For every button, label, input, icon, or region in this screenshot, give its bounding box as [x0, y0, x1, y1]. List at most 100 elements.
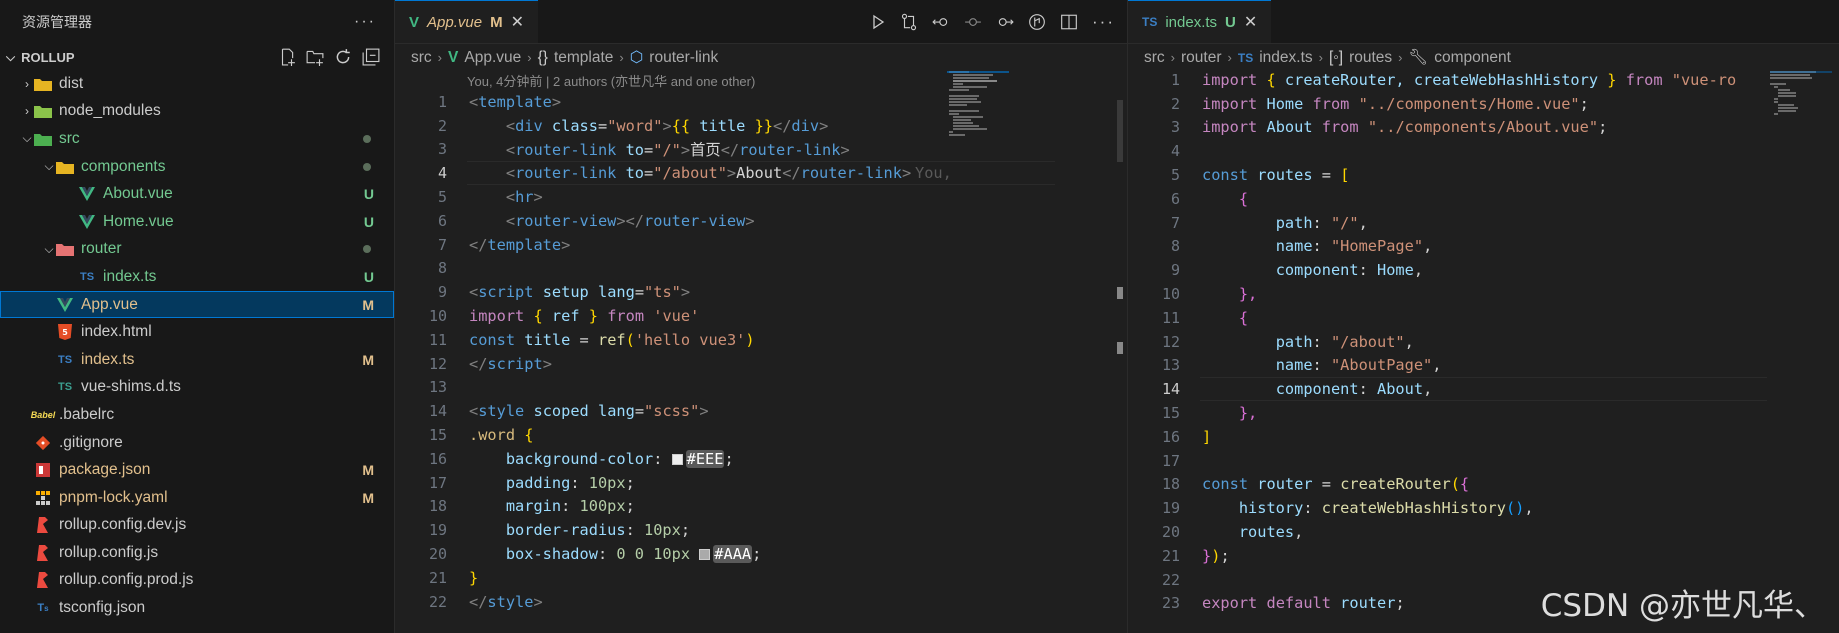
- code-line[interactable]: 8 name: "HomePage",: [1128, 235, 1839, 259]
- code-line[interactable]: 21}: [395, 566, 1127, 590]
- tree-file[interactable]: TS index.ts U: [0, 263, 394, 291]
- code-line[interactable]: 10 import { ref } from 'vue': [395, 304, 1127, 328]
- code-editor[interactable]: 1 import { createRouter, createWebHashHis…: [1128, 68, 1839, 615]
- tree-file[interactable]: Ts tsconfig.json: [0, 594, 394, 622]
- code-line[interactable]: 9 component: Home,: [1128, 258, 1839, 282]
- new-folder-icon[interactable]: [306, 48, 324, 66]
- breadcrumb-item[interactable]: src: [411, 49, 432, 67]
- code-line[interactable]: 15 .word {: [395, 423, 1127, 447]
- code-line[interactable]: 16 background-color: #EEE;: [395, 447, 1127, 471]
- new-file-icon[interactable]: [278, 48, 296, 66]
- tree-file[interactable]: TS vue-shims.d.ts: [0, 374, 394, 402]
- code-line[interactable]: 3 import About from "../components/About.…: [1128, 116, 1839, 140]
- compare-changes-icon[interactable]: [900, 13, 918, 31]
- code-line[interactable]: 2 <div class="word">{{ title }}</div>: [395, 114, 1127, 138]
- code-line[interactable]: 15 },: [1128, 401, 1839, 425]
- workspace-section-header[interactable]: ⌵ ROLLUP: [0, 44, 394, 70]
- tree-folder[interactable]: ⌵ router: [0, 236, 394, 264]
- refresh-icon[interactable]: [334, 48, 352, 66]
- tree-file[interactable]: pnpm-lock.yaml M: [0, 484, 394, 512]
- color-swatch[interactable]: [671, 453, 683, 465]
- tree-file[interactable]: Home.vue U: [0, 208, 394, 236]
- close-icon[interactable]: ✕: [1244, 12, 1257, 32]
- minimap[interactable]: [1770, 71, 1832, 151]
- collapse-all-icon[interactable]: [362, 48, 380, 66]
- tree-file[interactable]: About.vue U: [0, 180, 394, 208]
- tree-folder[interactable]: ⌵ src: [0, 125, 394, 153]
- code-line[interactable]: 6 {: [1128, 187, 1839, 211]
- code-line[interactable]: 7 </template>: [395, 233, 1127, 257]
- code-line[interactable]: 18 const router = createRouter({: [1128, 473, 1839, 497]
- code-line[interactable]: 13: [395, 376, 1127, 400]
- split-editor-icon[interactable]: [1060, 13, 1078, 31]
- code-line[interactable]: 12 path: "/about",: [1128, 330, 1839, 354]
- code-line[interactable]: 11 const title = ref('hello vue3'): [395, 328, 1127, 352]
- code-line[interactable]: 22 </style>: [395, 590, 1127, 614]
- code-line[interactable]: 11 {: [1128, 306, 1839, 330]
- go-forward-icon[interactable]: [996, 13, 1014, 31]
- git-commit-icon[interactable]: [964, 13, 982, 31]
- color-swatch[interactable]: [699, 549, 711, 561]
- more-actions-icon[interactable]: ···: [354, 13, 376, 31]
- code-line[interactable]: 21});: [1128, 544, 1839, 568]
- tree-file[interactable]: rollup.config.prod.js: [0, 567, 394, 595]
- code-line[interactable]: 17 padding: 10px;: [395, 471, 1127, 495]
- tree-file[interactable]: .gitignore: [0, 429, 394, 457]
- breadcrumb-item[interactable]: index.ts: [1259, 49, 1312, 67]
- code-line[interactable]: 13 name: "AboutPage",: [1128, 354, 1839, 378]
- code-line[interactable]: 14 <style scoped lang="scss">: [395, 399, 1127, 423]
- breadcrumb-item[interactable]: src: [1144, 49, 1165, 67]
- code-line[interactable]: 16]: [1128, 425, 1839, 449]
- code-line[interactable]: 8: [395, 257, 1127, 281]
- run-icon[interactable]: [870, 14, 886, 30]
- code-line[interactable]: 7 path: "/",: [1128, 211, 1839, 235]
- breadcrumb-item[interactable]: router-link: [649, 49, 718, 67]
- code-line[interactable]: 12 </script>: [395, 352, 1127, 376]
- git-codelens[interactable]: You, 4分钟前 | 2 authors (亦世凡华 and one othe…: [395, 71, 1127, 90]
- code-line[interactable]: 20 routes,: [1128, 520, 1839, 544]
- breadcrumb-item[interactable]: template: [554, 49, 613, 67]
- tab-app-vue[interactable]: V App.vue M ✕: [395, 0, 538, 43]
- tree-item-label: About.vue: [103, 185, 173, 203]
- go-back-icon[interactable]: [932, 13, 950, 31]
- tree-folder[interactable]: › dist: [0, 70, 394, 98]
- more-actions-icon[interactable]: ···: [1092, 12, 1115, 32]
- code-line[interactable]: 19 border-radius: 10px;: [395, 518, 1127, 542]
- minimap[interactable]: [947, 71, 1009, 151]
- code-line[interactable]: 3 <router-link to="/">首页</router-link>: [395, 138, 1127, 162]
- breadcrumb-item[interactable]: router: [1181, 49, 1222, 67]
- tree-file[interactable]: 5 index.html: [0, 318, 394, 346]
- code-line[interactable]: 4 <router-link to="/about">About</router…: [395, 161, 1127, 186]
- tree-file[interactable]: rollup.config.js: [0, 539, 394, 567]
- code-line[interactable]: 20 box-shadow: 0 0 10px #AAA;: [395, 542, 1127, 566]
- code-line[interactable]: 4: [1128, 139, 1839, 163]
- tree-folder[interactable]: › node_modules: [0, 98, 394, 126]
- braces-icon: {}: [537, 48, 548, 66]
- code-line[interactable]: 1 import { createRouter, createWebHashHis…: [1128, 68, 1839, 92]
- tree-file[interactable]: TS index.ts M: [0, 346, 394, 374]
- tree-file[interactable]: package.json M: [0, 456, 394, 484]
- close-icon[interactable]: ✕: [511, 12, 524, 32]
- tree-folder[interactable]: ⌵ components: [0, 153, 394, 181]
- tree-file[interactable]: Babel .babelrc: [0, 401, 394, 429]
- code-line[interactable]: 10 },: [1128, 282, 1839, 306]
- vertical-scrollbar[interactable]: [1117, 100, 1123, 162]
- code-line[interactable]: 6 <router-view></router-view>: [395, 209, 1127, 233]
- code-line[interactable]: 5 <hr>: [395, 185, 1127, 209]
- code-line[interactable]: 2 import Home from "../components/Home.vu…: [1128, 92, 1839, 116]
- code-line[interactable]: 19 history: createWebHashHistory(),: [1128, 496, 1839, 520]
- code-line[interactable]: 17: [1128, 449, 1839, 473]
- code-line[interactable]: 14 component: About,: [1128, 377, 1839, 402]
- tab-index-ts[interactable]: TS index.ts U ✕: [1128, 0, 1272, 43]
- code-line[interactable]: 9 <script setup lang="ts">: [395, 280, 1127, 304]
- code-editor[interactable]: 1 <template> 2 <div class="word">{{ title …: [395, 90, 1127, 614]
- breadcrumb-item[interactable]: App.vue: [464, 49, 521, 67]
- breadcrumb-item[interactable]: component: [1434, 49, 1511, 67]
- code-line[interactable]: 5 const routes = [: [1128, 163, 1839, 187]
- tree-file[interactable]: rollup.config.dev.js: [0, 512, 394, 540]
- breadcrumb-item[interactable]: routes: [1349, 49, 1392, 67]
- git-graph-icon[interactable]: [1028, 13, 1046, 31]
- tree-file[interactable]: App.vue M: [0, 290, 394, 319]
- code-line[interactable]: 18 margin: 100px;: [395, 495, 1127, 519]
- code-line[interactable]: 1 <template>: [395, 90, 1127, 114]
